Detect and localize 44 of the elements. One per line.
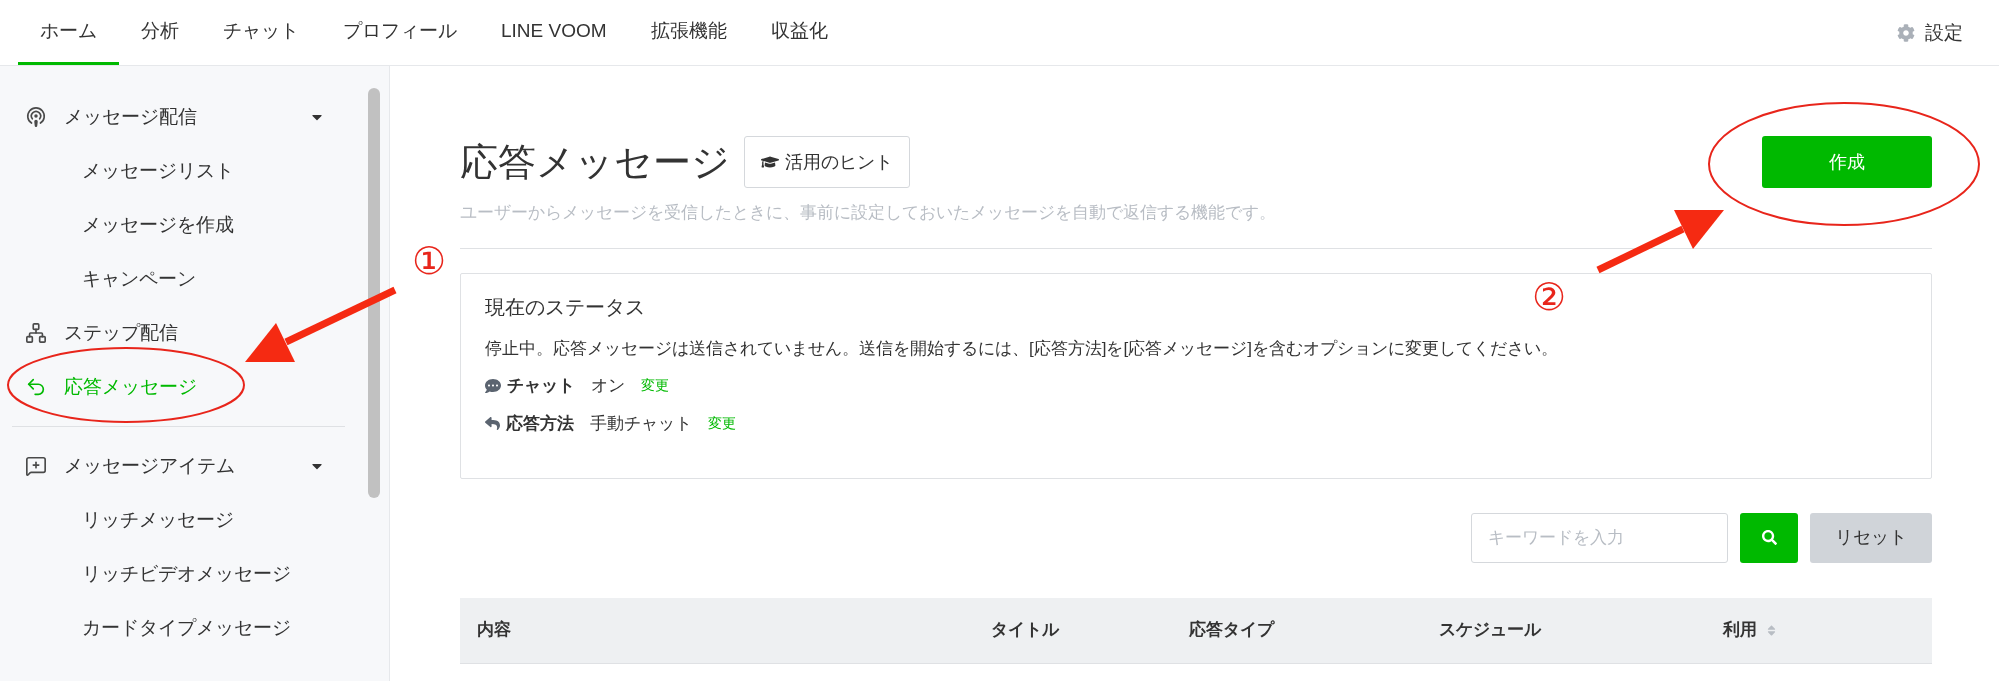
search-icon [1761,530,1777,545]
sidebar-item[interactable]: ステップ配信 [12,306,345,360]
status-heading: 現在のステータス [485,294,645,320]
sidebar-subitem[interactable]: キャンペーン [12,252,345,306]
sidebar-subitem[interactable]: リッチメッセージ [12,493,345,547]
search-button[interactable] [1740,512,1798,563]
reply-icon [485,415,500,431]
sidebar-item[interactable]: メッセージ配信 [12,90,345,144]
reset-button[interactable]: リセット [1810,512,1932,563]
chat-bubble-icon [485,377,501,394]
sort-icon [1765,623,1778,637]
status-value: オン [591,375,625,397]
keyword-field[interactable]: キーワードを入力 [1471,512,1728,563]
broadcast-icon [24,105,48,129]
hint-button[interactable]: 活用のヒント [744,136,910,188]
page-description: ユーザーからメッセージを受信したときに、事前に設定しておいたメッセージを自動で返信する機能です。 [460,202,1277,224]
column-header[interactable]: 内容 [477,617,511,643]
nav-tab[interactable]: チャット [201,1,321,65]
column-header[interactable]: タイトル [991,617,1059,643]
sidebar-item[interactable]: メッセージアイテム [12,439,345,493]
scrollbar[interactable] [368,88,380,498]
status-label: チャット [507,375,575,397]
hierarchy-icon [24,321,48,345]
nav-tab[interactable]: 収益化 [748,1,850,65]
message-plus-icon [24,454,48,478]
nav-tab[interactable]: LINE VOOM [479,1,629,65]
sidebar-subitem[interactable]: メッセージを作成 [12,198,345,252]
page-title: 応答メッセージ [460,143,730,181]
settings-link[interactable]: 設定 [1897,1,1981,65]
status-message: 停止中。応答メッセージは送信されていません。送信を開始するには、[応答方法]を[応答メッセージ]を含むオプションに変更してください。 [485,337,1559,360]
column-header[interactable]: 利用 [1723,617,1778,643]
sidebar-subitem[interactable]: リッチビデオメッセージ [12,547,345,601]
column-header[interactable]: 応答タイプ [1189,617,1274,643]
settings-icon [1897,24,1915,42]
nav-tab[interactable]: 拡張機能 [628,1,749,65]
sidebar-subitem[interactable]: メッセージリスト [12,144,345,198]
sidebar-subitem[interactable]: カードタイプメッセージ [12,601,345,655]
annotation-number: ② [1532,278,1566,316]
nav-tab[interactable]: プロフィール [321,1,479,65]
status-value: 手動チャット [590,412,692,435]
annotation-number: ① [412,242,446,280]
column-header[interactable]: スケジュール [1439,617,1541,643]
nav-tab[interactable]: 分析 [119,1,201,65]
status-label: 応答方法 [506,412,574,435]
